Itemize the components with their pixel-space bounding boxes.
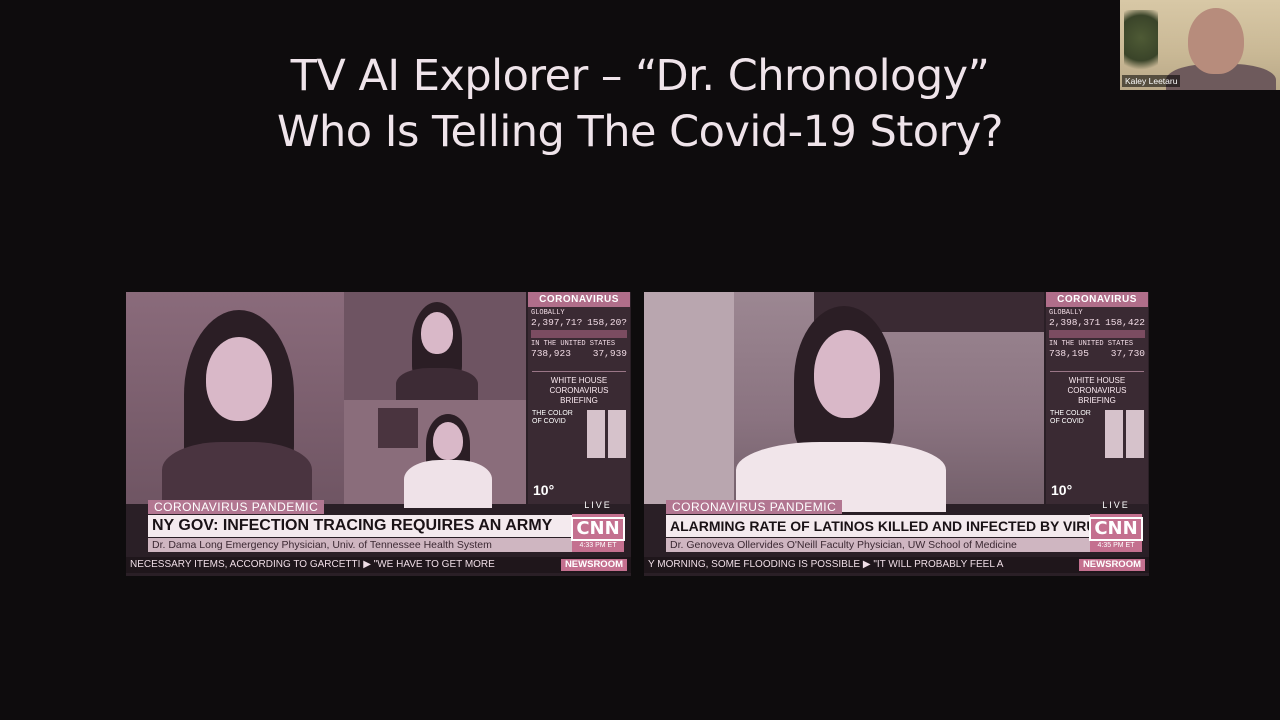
stats-global: GLOBALLY 2,398,371 158,422 IN THE UNITED … xyxy=(1046,307,1148,361)
briefing-promo: WHITE HOUSE CORONAVIRUS BRIEFING xyxy=(532,371,626,406)
chyron-guest-id: Dr. Dama Long Emergency Physician, Univ.… xyxy=(148,538,572,552)
stats-header: CORONAVIRUS xyxy=(1046,292,1148,307)
chyron-headline: ALARMING RATE OF LATINOS KILLED AND INFE… xyxy=(666,515,1090,537)
global-cases: 2,398,371 xyxy=(1049,317,1101,328)
stats-global: GLOBALLY 2,397,71? 158,20? IN THE UNITED … xyxy=(528,307,630,361)
us-cases: 738,195 xyxy=(1049,348,1089,359)
promo-image xyxy=(608,410,626,458)
slide-title: TV AI Explorer – “Dr. Chronology” Who Is… xyxy=(0,48,1280,160)
guest-video-pane xyxy=(644,292,1044,512)
room-wall xyxy=(644,292,734,504)
anchor-face xyxy=(206,337,272,421)
coronavirus-stats-panel: CORONAVIRUS GLOBALLY 2,397,71? 158,20? IN… xyxy=(528,292,630,504)
coronavirus-stats-panel: CORONAVIRUS GLOBALLY 2,398,371 158,422 IN… xyxy=(1046,292,1148,504)
participant-video-tile[interactable]: Kaley Leetaru xyxy=(1120,0,1280,90)
global-label: GLOBALLY xyxy=(1049,309,1083,317)
briefing-promo: WHITE HOUSE CORONAVIRUS BRIEFING xyxy=(1050,371,1144,406)
us-deaths: 37,730 xyxy=(1110,348,1145,359)
broadcast-time: 4:35 PM ET xyxy=(1097,542,1135,549)
stats-header: CORONAVIRUS xyxy=(528,292,630,307)
wall-frame xyxy=(378,408,418,448)
global-deaths: 158,422 xyxy=(1105,317,1145,328)
chyron-headline: NY GOV: INFECTION TRACING REQUIRES AN AR… xyxy=(148,515,572,537)
chyron-topic: CORONAVIRUS PANDEMIC xyxy=(666,500,843,514)
tv-screenshot-right: CORONAVIRUS GLOBALLY 2,398,371 158,422 IN… xyxy=(644,292,1149,576)
news-ticker: NECESSARY ITEMS, ACCORDING TO GARCETTI ▶… xyxy=(126,557,631,573)
participant-head xyxy=(1188,8,1244,74)
ticker-brand: NEWSROOM xyxy=(560,559,627,571)
ticker-text: Y MORNING, SOME FLOODING IS POSSIBLE ▶ "… xyxy=(648,559,1004,570)
us-label: IN THE UNITED STATES xyxy=(531,340,616,348)
promo-image xyxy=(1105,410,1123,458)
doctor-face xyxy=(814,330,880,418)
temperature: 10° xyxy=(533,482,555,498)
participant-name: Kaley Leetaru xyxy=(1122,75,1181,87)
chyron-guest-id: Dr. Genoveva Ollervides O'Neill Faculty … xyxy=(666,538,1090,552)
anchor-video-pane xyxy=(126,292,344,512)
slide-title-line-1: TV AI Explorer – “Dr. Chronology” xyxy=(290,51,990,101)
cnn-logo: CNN xyxy=(1089,517,1143,541)
ticker-brand: NEWSROOM xyxy=(1078,559,1145,571)
guest-video-pane-top xyxy=(344,292,526,408)
global-deaths: 158,20? xyxy=(587,317,627,328)
temperature: 10° xyxy=(1051,482,1073,498)
live-label: LIVE xyxy=(584,500,612,510)
us-label: IN THE UNITED STATES xyxy=(1049,340,1134,348)
stats-divider xyxy=(531,330,627,338)
stats-divider xyxy=(1049,330,1145,338)
us-cases: 738,923 xyxy=(531,348,571,359)
tv-screenshot-left: CORONAVIRUS GLOBALLY 2,397,71? 158,20? IN… xyxy=(126,292,631,576)
doctor-face xyxy=(433,422,463,460)
doctor-coat xyxy=(404,460,492,508)
broadcast-time: 4:33 PM ET xyxy=(579,542,617,549)
network-bug: LIVE CNN 4:33 PM ET xyxy=(571,500,625,552)
show-promo: THE COLOR OF COVID xyxy=(1050,410,1144,458)
chyron-topic: CORONAVIRUS PANDEMIC xyxy=(148,500,325,514)
promo-title: THE COLOR OF COVID xyxy=(532,410,573,425)
guest-face xyxy=(421,312,453,354)
background-plant xyxy=(1124,10,1158,80)
show-promo: THE COLOR OF COVID xyxy=(532,410,626,458)
guest-video-pane-bottom xyxy=(344,400,526,508)
global-cases: 2,397,71? xyxy=(531,317,583,328)
ticker-text: NECESSARY ITEMS, ACCORDING TO GARCETTI ▶… xyxy=(130,559,495,570)
us-deaths: 37,939 xyxy=(592,348,627,359)
global-label: GLOBALLY xyxy=(531,309,565,317)
slide-title-line-2: Who Is Telling The Covid-19 Story? xyxy=(277,107,1003,157)
promo-title: THE COLOR OF COVID xyxy=(1050,410,1091,425)
promo-image xyxy=(1126,410,1144,458)
promo-image xyxy=(587,410,605,458)
network-bug: LIVE CNN 4:35 PM ET xyxy=(1089,500,1143,552)
cnn-logo: CNN xyxy=(571,517,625,541)
live-label: LIVE xyxy=(1102,500,1130,510)
news-ticker: Y MORNING, SOME FLOODING IS POSSIBLE ▶ "… xyxy=(644,557,1149,573)
